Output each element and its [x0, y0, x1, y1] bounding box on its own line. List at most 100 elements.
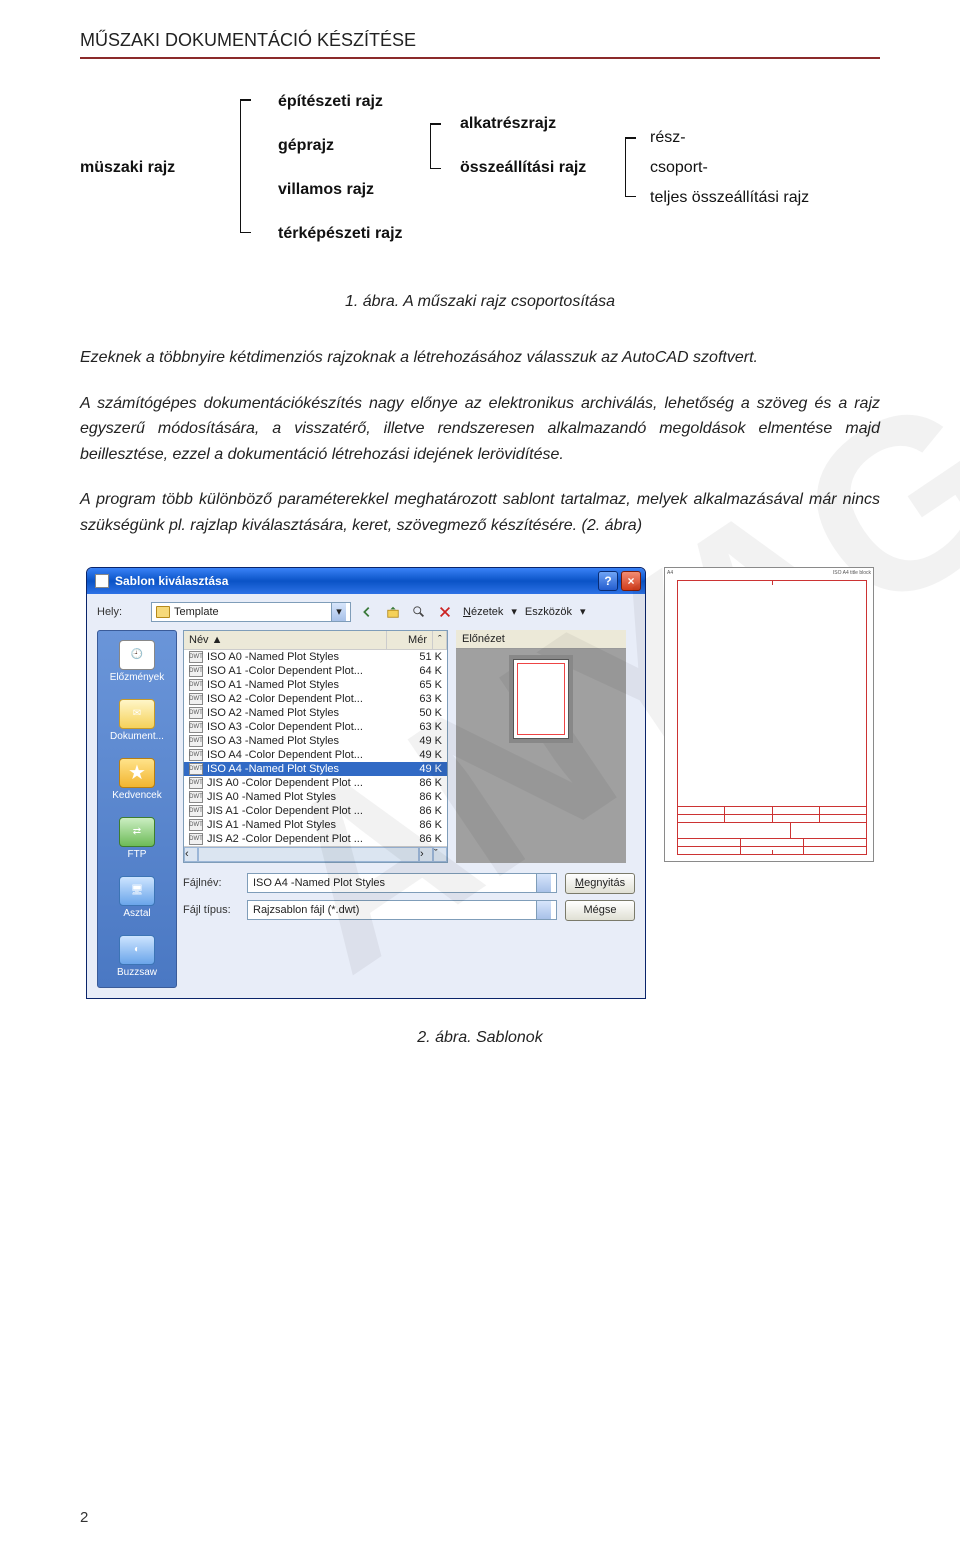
col-size[interactable]: Mér — [387, 631, 433, 649]
preview-thumb — [513, 659, 569, 739]
file-name: ISO A3 -Color Dependent Plot... — [207, 721, 402, 733]
dwt-file-icon: DWT — [189, 833, 203, 845]
location-value: Template — [174, 606, 219, 618]
file-size: 63 K — [402, 721, 442, 733]
dialog-toolbar: Hely: Template ▾ NNézetekézetek ▾ Eszköz… — [87, 594, 645, 626]
file-list-header[interactable]: Név ▲ Mér ˆ — [184, 631, 447, 650]
doc-header: MŰSZAKI DOKUMENTÁCIÓ KÉSZÍTÉSE — [80, 30, 880, 59]
location-combo[interactable]: Template ▾ — [151, 602, 351, 622]
hscrollbar[interactable] — [198, 847, 419, 862]
figure1-caption: 1. ábra. A műszaki rajz csoportosítása — [80, 293, 880, 311]
diagram-osszeallitasi: összeállítási rajz — [460, 159, 586, 177]
dwt-file-icon: DWT — [189, 721, 203, 733]
help-button[interactable]: ? — [598, 571, 618, 591]
preview-header: Előnézet — [456, 630, 626, 649]
place-buzzsaw[interactable]: ◐Buzzsaw — [100, 932, 174, 981]
up-folder-icon[interactable] — [383, 602, 403, 622]
cancel-button[interactable]: Mégse — [565, 900, 635, 921]
col-name[interactable]: Név ▲ — [184, 631, 387, 649]
diagram-teljes: teljes összeállítási rajz — [650, 189, 809, 207]
filetype-value: Rajzsablon fájl (*.dwt) — [253, 904, 359, 916]
dwt-file-icon: DWT — [189, 679, 203, 691]
page-number: 2 — [80, 1509, 88, 1526]
chevron-down-icon[interactable] — [536, 901, 551, 919]
file-name: JIS A1 -Named Plot Styles — [207, 819, 402, 831]
file-row[interactable]: DWTISO A3 -Named Plot Styles49 K — [184, 734, 447, 748]
chevron-down-icon[interactable]: ▾ — [580, 605, 586, 618]
dwt-file-icon: DWT — [189, 805, 203, 817]
views-button[interactable]: NNézetekézetek — [461, 606, 505, 618]
file-row[interactable]: DWTJIS A0 -Named Plot Styles86 K — [184, 790, 447, 804]
file-row[interactable]: DWT ISO A4 -Named Plot Styles49 K — [184, 762, 447, 776]
file-row[interactable]: DWTISO A2 -Color Dependent Plot...63 K — [184, 692, 447, 706]
file-name: JIS A0 -Named Plot Styles — [207, 791, 402, 803]
close-button[interactable]: × — [621, 571, 641, 591]
desktop-icon: 🖥 — [119, 876, 155, 906]
chevron-down-icon[interactable]: ▾ — [331, 603, 346, 621]
place-desktop[interactable]: 🖥Asztal — [100, 873, 174, 922]
dwt-file-icon: DWT — [189, 749, 203, 761]
file-name: ISO A4 -Named Plot Styles — [207, 763, 402, 775]
delete-icon[interactable] — [435, 602, 455, 622]
place-label: FTP — [128, 849, 147, 860]
filetype-combo[interactable]: Rajzsablon fájl (*.dwt) — [247, 900, 557, 920]
scroll-left-icon[interactable]: ‹ — [184, 847, 198, 862]
file-list[interactable]: Név ▲ Mér ˆ DWT ISO A0 -Named Plot Styles… — [183, 630, 448, 863]
figure2-caption: 2. ábra. Sablonok — [80, 1029, 880, 1047]
bracket-1 — [240, 99, 241, 233]
file-name: JIS A2 -Color Dependent Plot ... — [207, 833, 402, 845]
app-icon — [95, 574, 109, 588]
file-row[interactable]: DWT ISO A0 -Named Plot Styles51 K — [184, 650, 447, 664]
file-size: 64 K — [402, 665, 442, 677]
dwt-file-icon: DWT — [189, 791, 203, 803]
scroll-right-icon[interactable]: › — [419, 847, 433, 862]
file-name: ISO A2 -Named Plot Styles — [207, 707, 402, 719]
dwt-file-icon: DWT — [189, 651, 203, 663]
template-drawing-preview: A4ISO A4 title block — [664, 567, 874, 862]
paragraph-1: Ezeknek a többnyire kétdimenziós rajzokn… — [80, 345, 880, 371]
tools-button[interactable]: Eszközök — [523, 606, 574, 618]
paragraph-2: A számítógépes dokumentációkészítés nagy… — [80, 391, 880, 468]
paragraph-3: A program több különböző paraméterekkel … — [80, 487, 880, 538]
col-scroll-up[interactable]: ˆ — [433, 631, 447, 649]
open-button[interactable]: MegnyitásMegnyitás — [565, 873, 635, 894]
chevron-down-icon[interactable]: ▾ — [511, 605, 517, 618]
file-row[interactable]: DWTJIS A0 -Color Dependent Plot ...86 K — [184, 776, 447, 790]
file-name: ISO A1 -Color Dependent Plot... — [207, 665, 402, 677]
file-name: ISO A0 -Named Plot Styles — [207, 651, 402, 663]
file-row[interactable]: DWTISO A1 -Named Plot Styles65 K — [184, 678, 447, 692]
file-row[interactable]: DWT ISO A1 -Color Dependent Plot...64 K — [184, 664, 447, 678]
dwt-file-icon: DWT — [189, 665, 203, 677]
place-history[interactable]: 🕘Előzmények — [100, 637, 174, 686]
search-icon[interactable] — [409, 602, 429, 622]
chevron-down-icon[interactable] — [536, 874, 551, 892]
file-row[interactable]: DWT ISO A3 -Color Dependent Plot...63 K — [184, 720, 447, 734]
scroll-down-icon[interactable]: ˇ — [433, 847, 447, 862]
place-ftp[interactable]: ⇄FTP — [100, 814, 174, 863]
dwt-file-icon: DWT — [189, 693, 203, 705]
dwt-file-icon: DWT — [189, 763, 203, 775]
file-size: 63 K — [402, 693, 442, 705]
dwt-file-icon: DWT — [189, 777, 203, 789]
place-label: Előzmények — [110, 672, 164, 683]
back-icon[interactable] — [357, 602, 377, 622]
dialog-titlebar[interactable]: Sablon kiválasztása ? × — [87, 568, 645, 594]
file-size: 51 K — [402, 651, 442, 663]
file-row[interactable]: DWTJIS A1 -Named Plot Styles86 K — [184, 818, 447, 832]
file-size: 86 K — [402, 805, 442, 817]
file-size: 49 K — [402, 749, 442, 761]
file-row[interactable]: DWTISO A2 -Named Plot Styles50 K — [184, 706, 447, 720]
file-row[interactable]: DWTISO A4 -Color Dependent Plot...49 K — [184, 748, 447, 762]
hely-label: Hely: — [97, 606, 145, 618]
file-row[interactable]: DWT JIS A2 -Color Dependent Plot ...86 K — [184, 832, 447, 846]
diagram-geprajz: géprajz — [278, 137, 334, 155]
filename-combo[interactable]: ISO A4 -Named Plot Styles — [247, 873, 557, 893]
sort-asc-icon: ▲ — [212, 634, 223, 646]
file-size: 86 K — [402, 833, 442, 845]
place-favorites[interactable]: ★Kedvencek — [100, 755, 174, 804]
file-row[interactable]: DWTJIS A1 -Color Dependent Plot ...86 K — [184, 804, 447, 818]
place-label: Kedvencek — [112, 790, 161, 801]
place-documents[interactable]: ✉Dokument... — [100, 696, 174, 745]
file-size: 49 K — [402, 763, 442, 775]
diagram-alkatresz: alkatrészrajz — [460, 115, 556, 133]
